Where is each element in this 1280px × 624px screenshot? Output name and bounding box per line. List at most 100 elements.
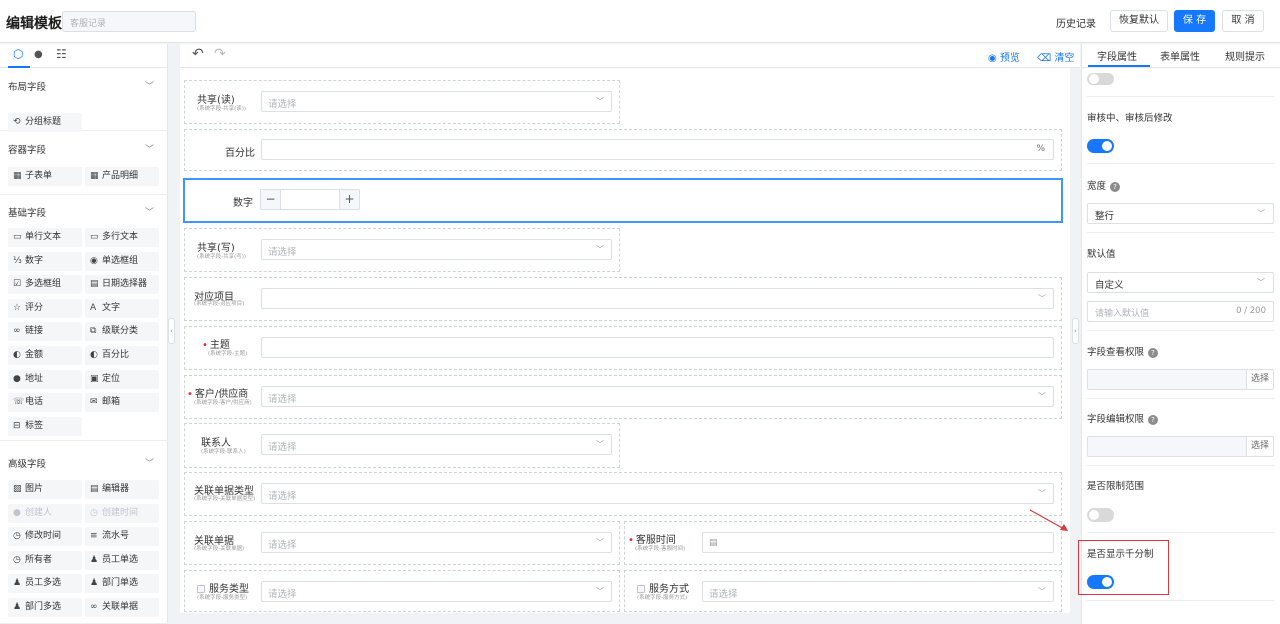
tab-field-properties[interactable]: 字段属性 (1097, 48, 1137, 63)
group-title[interactable]: 容器字段 (8, 142, 46, 156)
select-input[interactable]: 请选择 ﹀ (261, 91, 612, 112)
select-input[interactable]: ﹀ (261, 288, 1054, 309)
field-item[interactable]: ☑ 多选框组 (8, 275, 82, 295)
field-item[interactable]: ⟲ 分组标题 (8, 113, 82, 132)
default-value-input[interactable]: 请输入默认值 0 / 200 (1087, 301, 1274, 322)
minus-button[interactable]: − (261, 190, 281, 209)
field-item[interactable]: ● 地址 (8, 369, 82, 389)
select-input[interactable]: 请选择 ﹀ (261, 483, 1054, 504)
plus-button[interactable]: + (339, 190, 359, 209)
chevron-down-icon[interactable]: ﹀ (145, 205, 154, 218)
field-service-mode[interactable]: 服务方式 (系统字段-服务方式) 请选择 ﹀ (624, 570, 1062, 612)
cancel-button[interactable]: 取 消 (1222, 10, 1264, 32)
field-item[interactable]: ▦ 子表单 (8, 167, 82, 186)
edit-permission-picker[interactable]: 选择 (1087, 436, 1274, 457)
field-shared-read[interactable]: 共享(读) (系统字段-共享(读)) 请选择 ﹀ (184, 80, 620, 124)
clear-button[interactable]: ⌫ 清空 (1037, 49, 1074, 64)
field-project[interactable]: 对应项目 (系统字段-对应项目) ﹀ (184, 277, 1062, 321)
tab-rule-hints[interactable]: 规则提示 (1225, 48, 1265, 63)
field-item[interactable]: A 文字 (85, 298, 159, 318)
field-item[interactable]: ☆ 评分 (8, 298, 82, 318)
field-percent[interactable]: 百分比 % (184, 129, 1062, 171)
help-icon[interactable]: ? (1148, 414, 1159, 425)
field-customer[interactable]: • 客户/供应商 (系统字段-客户/供应商) 请选择 ﹀ (184, 375, 1062, 419)
field-contact[interactable]: 联系人 (系统字段-联系人) 请选择 ﹀ (184, 423, 620, 468)
field-item[interactable]: ▭ 多行文本 (85, 228, 159, 247)
select-button[interactable]: 选择 (1246, 437, 1273, 456)
field-item[interactable]: ▦ 产品明细 (85, 167, 159, 186)
checkbox-icon[interactable] (197, 585, 205, 593)
toggle-switch-partial[interactable] (1087, 73, 1114, 85)
select-input[interactable]: 请选择 ﹀ (261, 386, 1054, 407)
field-shared-write[interactable]: 共享(写) (系统字段-共享(写)) 请选择 ﹀ (184, 228, 620, 272)
field-item[interactable]: ♟ 员工多选 (8, 574, 82, 594)
field-item[interactable]: ⧉ 级联分类 (85, 322, 159, 342)
restore-default-button[interactable]: 恢复默认 (1110, 10, 1168, 32)
info-icon[interactable]: ● (34, 49, 43, 60)
select-input[interactable]: 请选择 ﹀ (261, 581, 612, 602)
default-mode-select[interactable]: 自定义 ﹀ (1087, 272, 1274, 293)
group-title[interactable]: 布局字段 (8, 79, 46, 93)
number-stepper[interactable]: − + (260, 189, 360, 210)
field-item[interactable]: ♟ 部门单选 (85, 574, 159, 594)
group-title[interactable]: 基础字段 (8, 205, 46, 219)
field-item[interactable]: ◐ 百分比 (85, 346, 159, 365)
undo-icon[interactable]: ↶ (192, 46, 204, 62)
select-input[interactable]: 请选择 ﹀ (261, 434, 612, 455)
select-input[interactable]: 请选择 ﹀ (261, 532, 612, 553)
cube-icon[interactable]: ⬡ (13, 47, 23, 61)
percent-input[interactable]: % (261, 139, 1054, 160)
limit-range-toggle[interactable] (1087, 508, 1114, 522)
field-item[interactable]: ⅓ 数字 (8, 251, 82, 271)
select-button[interactable]: 选择 (1246, 370, 1273, 389)
chevron-down-icon[interactable]: ﹀ (145, 79, 154, 92)
collapse-left-handle[interactable]: ‹ (168, 318, 175, 344)
date-input[interactable]: ▤ (702, 532, 1054, 553)
field-item[interactable]: ▨ 图片 (8, 480, 82, 499)
field-item[interactable]: ⊟ 标签 (8, 416, 82, 436)
tree-icon[interactable]: ☷ (56, 47, 67, 61)
field-item[interactable]: ▤ 编辑器 (85, 480, 159, 499)
field-item[interactable]: ∞ 链接 (8, 322, 82, 342)
save-button[interactable]: 保 存 (1174, 10, 1215, 32)
redo-icon[interactable]: ↷ (214, 46, 226, 62)
field-service-type[interactable]: 服务类型 (系统字段-服务类型) 请选择 ﹀ (184, 570, 620, 612)
field-item[interactable]: ▭ 单行文本 (8, 228, 82, 247)
field-item-label: 编辑器 (102, 484, 130, 494)
field-item[interactable]: ♟ 部门多选 (8, 598, 82, 617)
field-item[interactable]: ◷ 所有者 (8, 550, 82, 570)
review-edit-toggle[interactable] (1087, 139, 1114, 153)
field-doc[interactable]: 关联单据 (系统字段-关联单据) 请选择 ﹀ (184, 521, 620, 565)
field-item[interactable]: ☏电话 (8, 393, 82, 413)
field-doc-type[interactable]: 关联单据类型 (系统字段-关联单据类型) 请选择 ﹀ (184, 472, 1062, 516)
select-input[interactable]: 请选择 ﹀ (261, 239, 612, 260)
view-permission-picker[interactable]: 选择 (1087, 369, 1274, 390)
field-item[interactable]: ▤ 日期选择器 (85, 275, 159, 295)
tab-form-properties[interactable]: 表单属性 (1160, 48, 1200, 63)
chevron-down-icon[interactable]: ﹀ (145, 142, 154, 155)
select-input[interactable]: 请选择 ﹀ (702, 581, 1054, 602)
field-item-label: 多行文本 (102, 232, 139, 242)
text-input[interactable] (261, 337, 1054, 358)
checkbox-icon[interactable] (637, 585, 645, 593)
field-item[interactable]: ▣ 定位 (85, 369, 159, 389)
field-item[interactable]: ♟ 员工单选 (85, 550, 159, 570)
field-item[interactable]: ◷ 修改时间 (8, 527, 82, 547)
help-icon[interactable]: ? (1148, 347, 1159, 358)
help-icon[interactable]: ? (1110, 181, 1121, 192)
field-item[interactable]: ◉ 单选框组 (85, 251, 159, 271)
preview-button[interactable]: ◉ 预览 (988, 49, 1020, 64)
history-link[interactable]: 历史记录 (1056, 15, 1096, 30)
chevron-down-icon[interactable]: ﹀ (145, 456, 154, 469)
field-item[interactable]: ◐ 金额 (8, 346, 82, 365)
width-select[interactable]: 整行 ﹀ (1087, 203, 1274, 224)
collapse-right-handle[interactable]: › (1072, 318, 1079, 344)
template-name-input[interactable]: 客服记录 (62, 11, 196, 32)
field-item[interactable]: ∞ 关联单据 (85, 598, 159, 617)
field-number-selected[interactable]: 数字 − + (183, 178, 1063, 223)
field-item[interactable]: ✉ 邮箱 (85, 393, 159, 413)
group-title[interactable]: 高级字段 (8, 456, 46, 470)
field-service-time[interactable]: • 客服时间 (系统字段-客服时间) ▤ (624, 521, 1062, 565)
field-item[interactable]: ≡ 流水号 (85, 527, 159, 547)
field-subject[interactable]: • 主题 (系统字段-主题) (184, 326, 1062, 370)
